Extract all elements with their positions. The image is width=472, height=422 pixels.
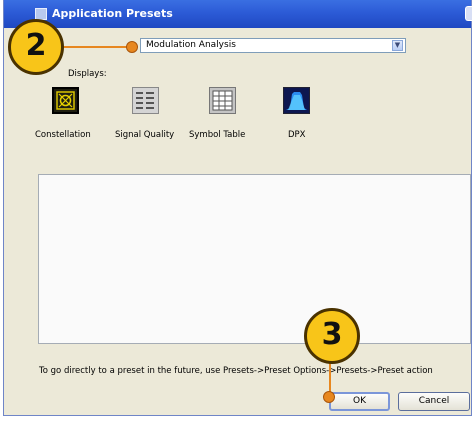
application-presets-dialog: Application Presets Modulation Analysis …: [3, 0, 472, 416]
symbol-table-icon: [209, 87, 236, 114]
display-label-symbol-table: Symbol Table: [189, 130, 246, 140]
display-label-constellation: Constellation: [35, 130, 91, 140]
dpx-spectrum-icon: [283, 87, 310, 114]
displays-label: Displays:: [68, 69, 107, 79]
callout-2-leader-line: [60, 46, 132, 48]
preset-description-panel: [38, 174, 471, 344]
window-title: Application Presets: [52, 7, 173, 20]
callout-3-badge: 3: [304, 308, 360, 364]
title-bar: Application Presets: [4, 0, 472, 28]
display-label-dpx: DPX: [288, 130, 306, 140]
callout-2-dot: [126, 41, 138, 53]
cancel-button[interactable]: Cancel: [398, 392, 470, 411]
signal-quality-icon: [132, 87, 159, 114]
callout-2-badge: 2: [8, 19, 64, 75]
preset-dropdown[interactable]: Modulation Analysis ▼: [140, 38, 406, 53]
close-icon[interactable]: [465, 6, 472, 21]
preset-dropdown-value: Modulation Analysis: [146, 40, 236, 50]
ok-button[interactable]: OK: [329, 392, 390, 411]
display-label-signal-quality: Signal Quality: [115, 130, 175, 140]
chevron-down-icon[interactable]: ▼: [392, 40, 403, 51]
hint-text: To go directly to a preset in the future…: [39, 366, 433, 376]
callout-3-dot: [323, 391, 335, 403]
constellation-icon: [52, 87, 79, 114]
